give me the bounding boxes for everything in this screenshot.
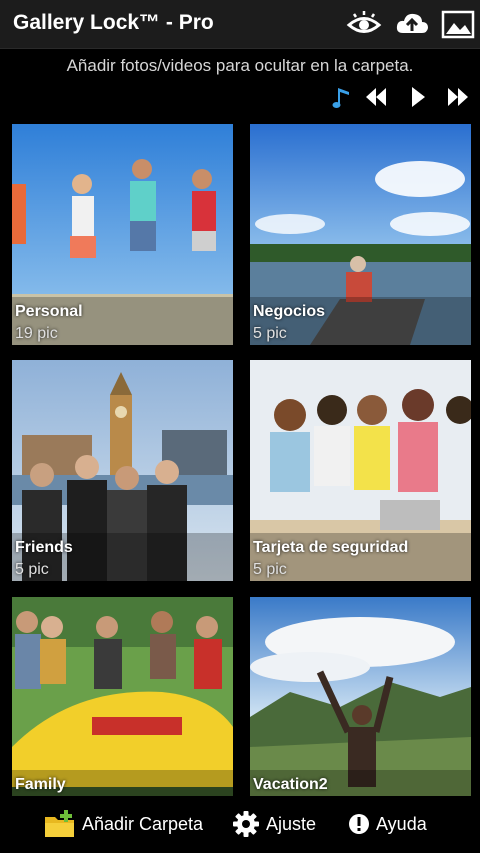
instruction-text: Añadir fotos/videos para ocultar en la c… xyxy=(66,56,414,75)
folder-name: Vacation2 xyxy=(253,776,328,793)
folder-tile-vacation2[interactable]: Vacation2 xyxy=(250,597,471,818)
folder-count: 5 pic xyxy=(15,561,49,578)
eye-icon[interactable] xyxy=(346,6,382,42)
image-icon[interactable] xyxy=(440,6,476,42)
add-folder-label: Añadir Carpeta xyxy=(82,813,204,834)
folder-tile-negocios[interactable]: Negocios 5 pic xyxy=(250,124,471,345)
bottom-bar: Añadir Carpeta Ajuste Ayuda xyxy=(0,796,480,853)
folder-name: Personal xyxy=(15,303,83,320)
folder-count: 5 pic xyxy=(253,561,287,578)
add-folder-icon xyxy=(45,810,74,837)
folder-name: Tarjeta de seguridad xyxy=(253,539,409,556)
folder-name: Friends xyxy=(15,539,73,556)
folder-name: Family xyxy=(15,776,66,793)
fast-forward-icon[interactable] xyxy=(445,84,471,110)
alert-icon xyxy=(349,814,369,834)
folder-name: Negocios xyxy=(253,303,326,320)
help-label: Ayuda xyxy=(376,813,427,834)
add-folder-button[interactable]: Añadir Carpeta xyxy=(44,806,203,842)
help-button[interactable]: Ayuda xyxy=(348,806,427,842)
settings-label: Ajuste xyxy=(266,813,317,834)
folder-tile-family[interactable]: Family xyxy=(12,597,233,818)
folder-count: 5 pic xyxy=(253,325,287,342)
folder-tile-friends[interactable]: Friends 5 pic xyxy=(12,360,233,581)
folder-count: 19 pic xyxy=(15,325,58,342)
folder-tile-tarjeta-de-seguridad[interactable]: Tarjeta de seguridad 5 pic xyxy=(250,360,471,581)
play-icon[interactable] xyxy=(405,84,431,110)
rewind-icon[interactable] xyxy=(363,84,389,110)
cloud-upload-icon[interactable] xyxy=(394,6,430,42)
folder-tile-personal[interactable]: Personal 19 pic xyxy=(12,124,233,345)
app-title: Gallery Lock™ - Pro xyxy=(13,11,214,34)
settings-button[interactable]: Ajuste xyxy=(232,806,316,842)
app-bar: Gallery Lock™ - Pro xyxy=(0,0,480,49)
music-note-icon[interactable] xyxy=(329,84,355,110)
gear-icon xyxy=(233,811,259,837)
